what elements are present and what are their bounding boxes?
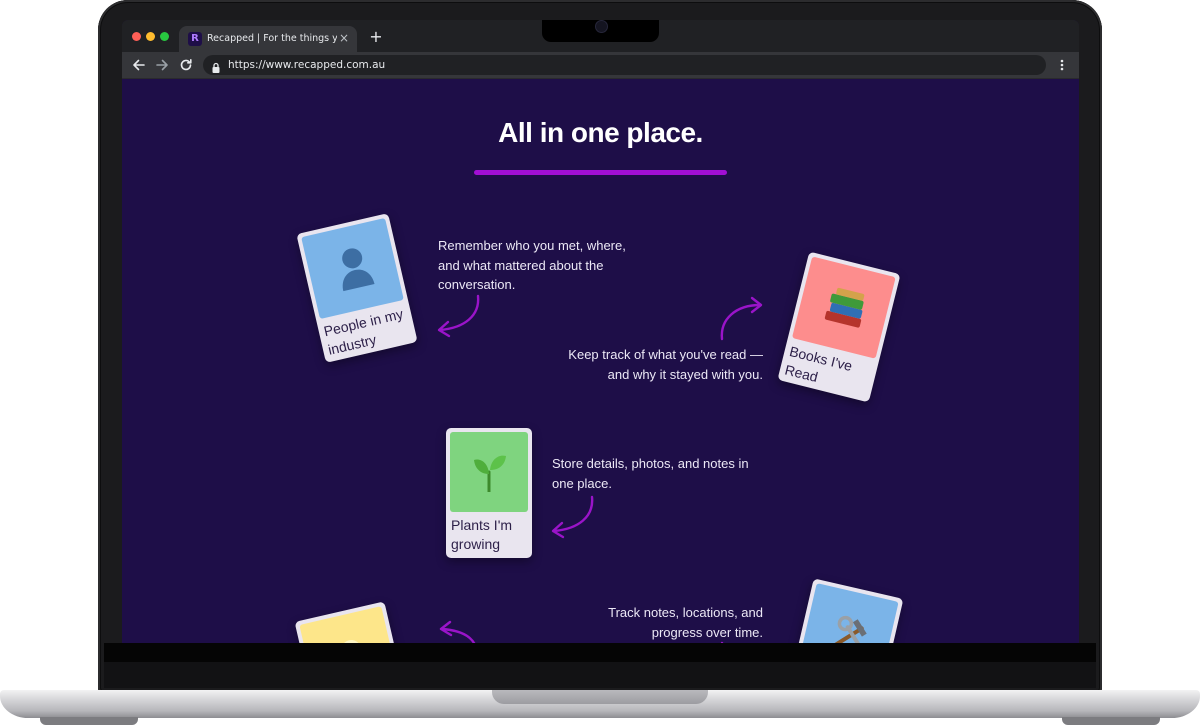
curved-arrow-icon [439,620,476,643]
seedling-icon [474,455,506,492]
camera-icon [595,20,608,33]
lightbulb-icon [341,639,362,643]
card-description: Remember who you met, where, and what ma… [438,238,626,292]
person-silhouette-icon [342,248,375,292]
url-text[interactable]: https://www.recapped.com.au [228,55,385,75]
reload-icon[interactable] [178,57,194,73]
window-close-dot[interactable] [132,32,141,41]
collection-card-books[interactable]: Books I've Read [777,251,901,403]
laptop-foot-left [40,717,138,725]
title-underline [474,170,727,175]
card-label: Plants I'm growing [451,517,513,552]
curved-arrow-icon [551,495,594,539]
card-art [299,606,401,643]
card-art [301,217,404,320]
new-tab-button[interactable]: + [368,29,384,45]
forward-arrow-icon[interactable] [154,57,170,73]
web-page: All in one place. People in my industry … [122,79,1079,643]
tab-close-icon[interactable]: × [337,31,351,45]
address-bar[interactable]: https://www.recapped.com.au [203,55,1046,75]
lock-icon [212,59,220,73]
curved-arrow-icon [720,296,763,341]
laptop-foot-right [1062,717,1160,725]
favicon-icon: R [188,32,202,46]
browser-toolbar: https://www.recapped.com.au [122,52,1079,79]
card-description: Track notes, locations, and progress ove… [608,605,763,640]
hammer-wrench-icon [833,615,867,643]
browser-tab[interactable]: R Recapped | For the things you care abo… [179,26,357,52]
back-arrow-icon[interactable] [131,57,147,73]
card-art [450,432,528,512]
card-art [791,256,896,359]
page-title: All in one place. [498,117,703,148]
laptop-hinge-strip [104,662,1096,688]
collection-card-projects[interactable] [784,578,904,643]
card-description: Keep track of what you've read — and why… [568,347,763,382]
laptop-base-groove [492,690,708,704]
books-icon [824,287,865,328]
card-art [797,583,899,643]
more-menu-icon[interactable] [1057,57,1067,73]
collection-card-people[interactable]: People in my industry [296,213,418,363]
laptop-screen: R Recapped | For the things you care abo… [122,20,1079,643]
collection-card-plants[interactable]: Plants I'm growing [446,428,532,558]
collection-card-ideas[interactable] [294,601,414,643]
tab-title: Recapped | For the things you care about [207,33,337,44]
window-minimize-dot[interactable] [146,32,155,41]
window-maximize-dot[interactable] [160,32,169,41]
card-description: Store details, photos, and notes in one … [552,456,749,491]
curved-arrow-icon [437,294,480,338]
